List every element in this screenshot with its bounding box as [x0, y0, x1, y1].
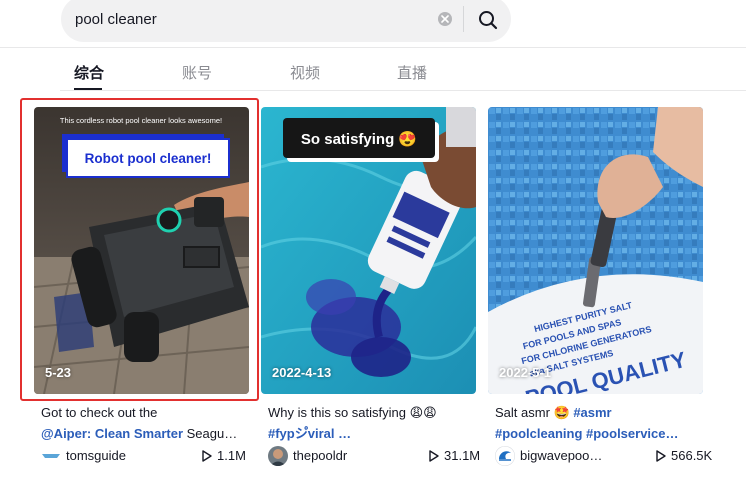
author-name[interactable]: thepooldr [293, 448, 347, 463]
play-icon [656, 450, 666, 462]
wave-logo-icon [495, 446, 515, 466]
close-icon [441, 15, 449, 23]
video-meta: thepooldr 31.1M [268, 445, 480, 467]
mention-link[interactable]: @Aiper: Clean Smarter [41, 426, 183, 441]
view-count: 31.1M [444, 448, 481, 463]
tomsguide-logo-icon [41, 446, 61, 466]
search-divider [463, 6, 464, 32]
tab-live[interactable]: 直播 [397, 62, 427, 83]
caption-line: Why is this so satisfying 😩😩 [268, 405, 437, 420]
video-thumbnail[interactable]: So satisfying 😍 2022-4-13 [261, 107, 476, 394]
tabs-divider [60, 90, 746, 91]
tab-accounts[interactable]: 账号 [182, 62, 212, 83]
overlay-title-text: Robot pool cleaner! [85, 151, 212, 166]
video-date: 2022-4-13 [272, 365, 332, 380]
tab-videos[interactable]: 视频 [290, 62, 320, 83]
overlay-title-text: So satisfying 😍 [301, 130, 417, 148]
search-icon [479, 11, 498, 30]
avatar[interactable] [41, 446, 61, 466]
hashtag-link[interactable]: #asmr [573, 405, 611, 420]
video-caption: Why is this so satisfying 😩😩 #fypシ゚viral… [268, 402, 473, 444]
caption-line: Got to check out the [41, 405, 158, 420]
avatar[interactable] [268, 446, 288, 466]
video-thumbnail[interactable]: HIGHEST PURITY SALT FOR POOLS AND SPAS F… [488, 107, 703, 394]
search-input[interactable] [75, 6, 425, 32]
video-thumbnail[interactable]: This cordless robot pool cleaner looks a… [34, 107, 249, 394]
view-count: 1.1M [217, 448, 246, 463]
clear-search-button[interactable] [438, 12, 452, 26]
avatar[interactable] [495, 446, 515, 466]
play-icon [202, 450, 212, 462]
header-divider [0, 47, 746, 48]
video-date: 2022-5-1 [499, 365, 552, 380]
caption-text: Salt asmr 🤩 [495, 405, 574, 420]
caption-text: Seagu… [183, 426, 238, 441]
user-avatar-icon [268, 446, 288, 466]
tab-comprehensive[interactable]: 综合 [74, 62, 104, 83]
author-name[interactable]: bigwavepoo… [520, 448, 602, 463]
video-meta: tomsguide 1.1M [41, 445, 246, 467]
search-bar [61, 0, 511, 42]
play-icon [429, 450, 439, 462]
video-caption: Got to check out the @Aiper: Clean Smart… [41, 402, 246, 444]
video-date: 5-23 [45, 365, 72, 380]
hashtag-link[interactable]: #poolcleaning #poolservice… [495, 426, 679, 441]
video-meta: bigwavepoo… 566.5K [495, 445, 712, 467]
author-name[interactable]: tomsguide [66, 448, 126, 463]
search-button[interactable] [473, 5, 503, 35]
view-count: 566.5K [671, 448, 713, 463]
overlay-top-text: This cordless robot pool cleaner looks a… [60, 116, 222, 125]
hashtag-link[interactable]: #fypシ゚viral … [268, 426, 351, 441]
video-caption: Salt asmr 🤩 #asmr #poolcleaning #poolser… [495, 402, 700, 444]
